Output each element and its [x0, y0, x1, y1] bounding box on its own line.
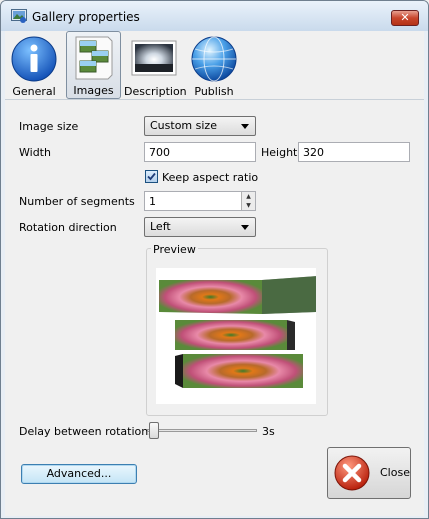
close-icon: [334, 455, 370, 491]
height-label: Height: [261, 146, 298, 159]
preview-label: Preview: [151, 243, 198, 256]
height-field[interactable]: 320: [298, 142, 410, 162]
spin-down-icon[interactable]: ▼: [242, 201, 255, 210]
tab-images[interactable]: Images: [66, 31, 121, 99]
delay-value: 3s: [262, 425, 275, 438]
image-size-select[interactable]: Custom size: [144, 116, 256, 136]
rotation-value: Left: [150, 220, 171, 233]
image-size-value: Custom size: [150, 119, 217, 132]
chevron-down-icon: [241, 124, 249, 129]
tab-publish[interactable]: Publish: [187, 31, 241, 99]
images-panel: Image size Custom size Width 700 Height …: [5, 99, 424, 516]
keep-aspect-checkbox[interactable]: [145, 170, 158, 183]
globe-icon: [191, 36, 237, 82]
image-size-label: Image size: [19, 120, 79, 133]
tab-general-label: General: [12, 85, 56, 98]
chevron-down-icon: [241, 225, 249, 230]
close-button[interactable]: Close: [327, 447, 411, 499]
tab-description[interactable]: Description: [124, 31, 187, 99]
width-label: Width: [19, 146, 51, 159]
checkmark-icon: [147, 172, 156, 181]
delay-label: Delay between rotations: [19, 425, 154, 438]
advanced-button[interactable]: Advanced...: [21, 464, 137, 484]
preview-image: [156, 268, 317, 404]
tab-publish-label: Publish: [194, 85, 234, 98]
gallery-properties-window: Gallery properties ✕ General Images Desc…: [0, 0, 429, 519]
title-bar: Gallery properties ✕: [1, 1, 428, 31]
tab-description-label: Description: [124, 85, 187, 98]
window-title: Gallery properties: [32, 10, 140, 24]
gallery-app-icon: [11, 9, 27, 23]
tab-general[interactable]: General: [7, 31, 61, 99]
window-close-button[interactable]: ✕: [391, 10, 419, 26]
segments-label: Number of segments: [19, 195, 135, 208]
width-field[interactable]: 700: [144, 142, 256, 162]
segments-spin-buttons[interactable]: ▲ ▼: [241, 192, 255, 210]
keep-aspect-label: Keep aspect ratio: [162, 171, 259, 184]
delay-slider-track[interactable]: [147, 429, 257, 432]
description-icon: [131, 40, 177, 76]
close-button-label: Close: [380, 466, 410, 479]
spin-up-icon[interactable]: ▲: [242, 192, 255, 201]
segments-stepper[interactable]: 1 ▲ ▼: [144, 191, 256, 211]
rotation-label: Rotation direction: [19, 221, 117, 234]
rotation-select[interactable]: Left: [144, 217, 256, 237]
rotating-segments-preview: [159, 276, 317, 388]
images-icon: [75, 36, 113, 80]
tab-toolbar: General Images Description Publish: [5, 31, 424, 99]
tab-images-label: Images: [73, 84, 114, 97]
delay-slider-thumb[interactable]: [149, 422, 159, 439]
segments-value: 1: [149, 195, 156, 208]
info-icon: [11, 36, 57, 82]
